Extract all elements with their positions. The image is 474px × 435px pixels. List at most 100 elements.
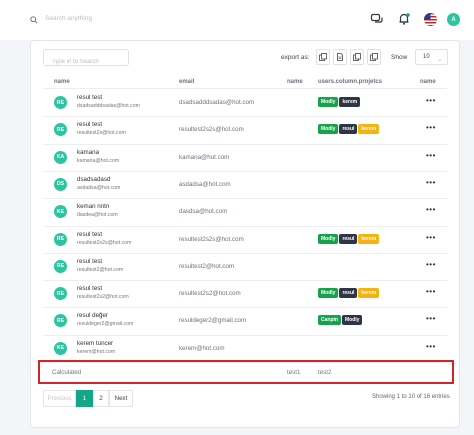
user-email: resultest2@hot.com [179,262,235,270]
show-label: Show [391,54,408,61]
project-badges: Canpin Modly [318,315,363,326]
user-email: kerem@hot.com [179,344,225,352]
project-badge: Modly [318,288,339,299]
avatar: KE [54,341,67,355]
calculated-test2: test2 [318,369,332,376]
file-icon [337,53,343,61]
user-email: resultest2s2s@hot.com [179,235,244,243]
user-name: kerem tuncer [77,339,114,347]
column-header-projects[interactable]: users.column.projetcs [318,79,382,85]
export-excel-button[interactable] [350,49,364,65]
row-actions-button[interactable]: ••• [426,205,436,214]
avatar: RE [54,287,67,301]
row-actions-button[interactable]: ••• [426,96,436,105]
row-actions-button[interactable]: ••• [426,260,436,269]
row-actions-button[interactable]: ••• [426,123,436,132]
language-flag-icon[interactable] [424,13,437,26]
project-badge: resul [339,288,358,299]
page-size-select[interactable]: 10 ⌄ [415,49,448,65]
user-name: dsadsadasd [77,175,111,183]
column-header-email[interactable]: email [179,79,194,85]
user-name: resul değer [77,312,108,320]
user-email: dasdsa@hot.com [179,208,228,216]
calculated-row-highlight [38,360,454,384]
user-sub-email: kamana@hot.com [77,157,120,164]
bell-icon[interactable] [397,12,411,26]
project-badges: Modly resul kerem [318,124,380,135]
page-2-button[interactable]: 2 [93,390,109,407]
user-name: resul test [77,285,103,293]
chevron-down-icon: ⌄ [437,57,442,63]
page-size-value: 10 [423,54,430,60]
avatar: KA [54,150,67,164]
user-name: resul test [77,121,103,129]
project-badge: Modly [318,97,339,107]
project-badge: kerem [358,288,380,299]
user-email: resultest2s2@hot.com [179,290,241,298]
export-print-button[interactable] [367,49,381,65]
search-icon[interactable] [30,16,38,24]
calculated-label: Calculated [52,369,82,376]
table-row[interactable]: RE resul test resultest2s@hot.com resultest… [43,116,447,143]
avatar: RE [54,259,67,273]
user-email: dsadsadddsadas@hot.com [179,99,255,106]
table-row[interactable]: KA kamana kamana@hot.com kamana@hot.com ••• [43,144,447,171]
global-search-input[interactable]: Search anything [45,15,92,22]
user-email: resultest2s2s@hot.com [179,126,244,134]
table-row[interactable]: RE resul test dsadsadddsadas@hot.com dsadsa… [43,89,447,116]
row-actions-button[interactable]: ••• [426,233,436,242]
table-row[interactable]: DS dsadsadasd asdadsa@hot.com asdadsa@hot.c… [43,171,447,198]
table-row[interactable]: KE kerem tuncer kerem@hot.com kerem@hot.com… [43,335,447,362]
export-label: export as: [281,54,310,61]
project-badge: kerem [358,233,380,244]
project-badge: resul [339,233,358,244]
avatar: RE [54,232,67,246]
next-page-button[interactable]: Next [109,390,133,407]
project-badges: Modly resul kerem [318,288,380,299]
table-search-box[interactable] [43,49,129,70]
column-header-name-3[interactable]: name [420,79,436,85]
project-badge: kerem [358,124,380,135]
chat-icon[interactable] [370,12,384,26]
table-row[interactable]: RE resul test resultest2s2@hot.com resultes… [43,280,447,307]
user-email: resuldeger2@gmail.com [179,317,247,325]
previous-page-button[interactable]: Previous [43,390,76,407]
table-row[interactable]: RE resul test resultest2@hot.com resultest2… [43,253,447,280]
user-name: keman nntn [77,203,110,211]
user-email: asdadsa@hot.com [179,180,231,188]
column-header-name-2[interactable]: name [287,79,303,85]
copy-icon [353,53,361,61]
project-badge: resul [339,124,358,135]
row-actions-button[interactable]: ••• [426,151,436,160]
table-row[interactable]: KE keman nntn dasdea@hot.com dasdsa@hot.com… [43,198,447,225]
row-actions-button[interactable]: ••• [426,314,436,323]
user-name: resul test [77,230,103,238]
project-badge: kerem [339,97,361,107]
export-csv-button[interactable] [333,49,347,65]
row-actions-button[interactable]: ••• [426,342,436,351]
user-sub-email: resultest2s2@hot.com [77,294,129,301]
avatar: RE [54,123,67,137]
table-search-input[interactable] [44,54,128,70]
page-1-button[interactable]: 1 [76,390,93,407]
calculated-test1: test1 [287,369,301,376]
user-avatar[interactable]: A [447,13,460,26]
export-copy-button[interactable] [316,49,330,65]
project-badge: Modly [341,315,363,326]
column-header-name[interactable]: name [54,79,70,85]
user-sub-email: dasdea@hot.com [77,212,118,219]
project-badges: Modly kerem [318,97,361,107]
table-row[interactable]: RE resul test resultest2s2s@hot.com resulte… [43,226,447,253]
project-badge: Canpin [318,315,341,326]
row-actions-button[interactable]: ••• [426,178,436,187]
avatar: KE [54,205,67,219]
user-name: resul test [77,94,103,101]
entries-info: Showing 1 to 10 of 16 entries [372,394,450,400]
user-sub-email: dsadsadddsadas@hot.com [77,103,140,109]
project-badge: Modly [318,233,339,244]
table-row[interactable]: RE resul değer resuldeger2@gmail.com resuld… [43,307,447,334]
avatar: RE [54,314,67,328]
avatar: DS [54,177,67,191]
project-badge: Modly [318,124,339,135]
row-actions-button[interactable]: ••• [426,287,436,296]
